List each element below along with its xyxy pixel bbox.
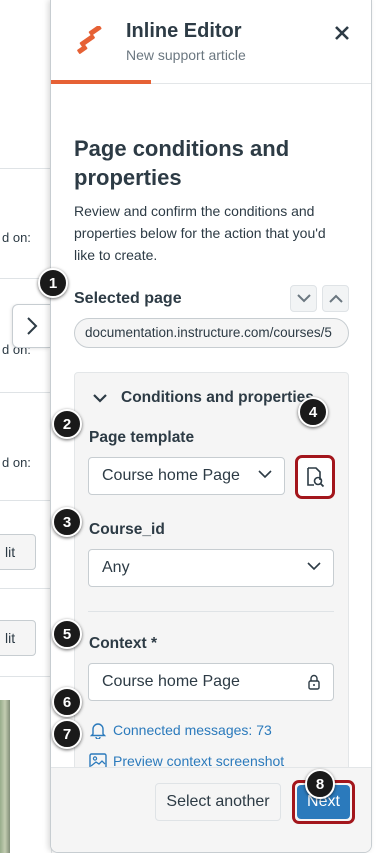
bell-icon xyxy=(89,723,107,739)
divider xyxy=(0,500,51,501)
page-template-value: Course home Page xyxy=(102,467,240,484)
chevron-down-icon xyxy=(296,294,311,303)
callout-badge: 3 xyxy=(52,507,82,537)
divider xyxy=(0,588,51,589)
background-label: d on: xyxy=(2,455,31,470)
context-value: Course home Page xyxy=(102,673,240,690)
connected-messages-label: Connected messages: 73 xyxy=(113,722,272,738)
course-id-label: Course_id xyxy=(89,521,165,538)
page-template-label: Page template xyxy=(89,429,195,446)
callout-badge: 8 xyxy=(305,769,335,799)
page-title: Page conditions and properties xyxy=(74,136,290,190)
selected-page-label: Selected page xyxy=(74,289,182,307)
callout-badge: 6 xyxy=(52,687,82,717)
background-image xyxy=(0,700,10,853)
chevron-down-icon xyxy=(307,562,321,571)
panel-title: Inline Editor xyxy=(126,20,242,42)
conditions-panel: Conditions and properties Page template … xyxy=(74,372,349,787)
page-description: Review and confirm the conditions and pr… xyxy=(74,203,326,263)
close-icon xyxy=(335,26,349,40)
conditions-toggle[interactable]: Conditions and properties xyxy=(93,389,314,407)
callout-badge: 5 xyxy=(52,619,82,649)
collapse-panel-button[interactable] xyxy=(12,304,50,348)
preview-template-button[interactable] xyxy=(295,455,335,499)
divider xyxy=(88,611,334,612)
callout-badge: 2 xyxy=(52,409,82,439)
context-field[interactable]: Course home Page xyxy=(88,663,334,701)
divider xyxy=(0,392,51,393)
page-search-icon xyxy=(307,467,325,488)
course-id-select[interactable]: Any xyxy=(88,549,334,587)
callout-badge: 4 xyxy=(298,397,328,427)
pendo-logo-icon xyxy=(77,26,102,54)
active-tab-indicator xyxy=(51,80,151,84)
panel-header: Inline Editor New support article xyxy=(51,0,371,84)
collapse-up-button[interactable] xyxy=(322,285,349,312)
divider xyxy=(0,168,51,169)
chevron-up-icon xyxy=(328,294,343,303)
page-template-select[interactable]: Course home Page xyxy=(88,457,285,495)
inline-editor-panel: Inline Editor New support article Page c… xyxy=(50,0,372,853)
selected-page-url: documentation.instructure.com/courses/5 xyxy=(74,318,349,348)
conditions-heading: Conditions and properties xyxy=(121,389,314,406)
course-id-value: Any xyxy=(102,559,130,576)
background-label: d on: xyxy=(2,230,31,245)
chevron-down-icon xyxy=(93,393,107,403)
chevron-right-icon xyxy=(26,317,37,335)
background-button[interactable]: lit xyxy=(0,620,36,656)
context-label: Context * xyxy=(89,635,158,652)
divider xyxy=(0,676,51,677)
panel-subtitle: New support article xyxy=(126,47,246,63)
collapse-down-button[interactable] xyxy=(290,285,317,312)
chevron-down-icon xyxy=(258,470,272,479)
connected-messages-link[interactable]: Connected messages: 73 xyxy=(89,721,272,739)
lock-icon xyxy=(308,674,320,690)
background-button[interactable]: lit xyxy=(0,534,36,570)
callout-badge: 1 xyxy=(38,268,68,298)
background-page: d on: d on: d on: lit lit xyxy=(0,0,52,853)
callout-badge: 7 xyxy=(52,719,82,749)
select-another-button[interactable]: Select another xyxy=(155,783,281,821)
close-button[interactable] xyxy=(331,22,353,44)
